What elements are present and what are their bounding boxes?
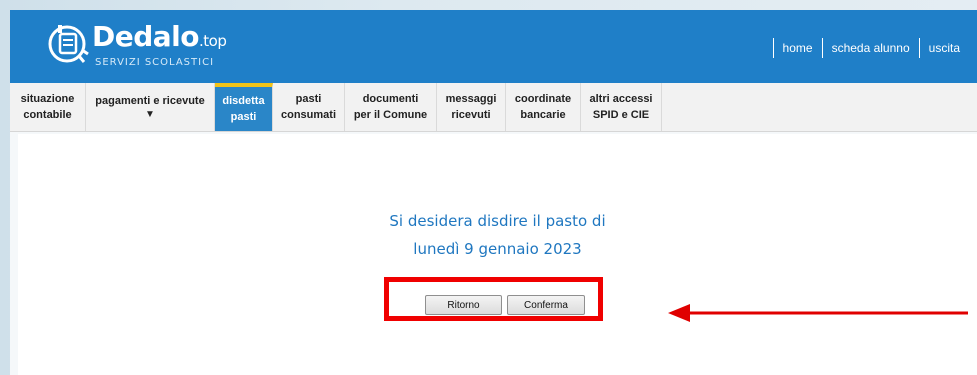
brand-logo[interactable]: Dedalo.top bbox=[92, 20, 227, 53]
ritorno-button[interactable]: Ritorno bbox=[425, 295, 502, 315]
nav-documenti-comune[interactable]: documenti per il Comune bbox=[345, 83, 437, 131]
home-link[interactable]: home bbox=[772, 38, 822, 58]
nav-label-line1: situazione bbox=[20, 93, 75, 105]
nav-label-line2: bancarie bbox=[520, 109, 566, 121]
nav-label-line2: per il Comune bbox=[353, 109, 428, 121]
nav-label-line2: contabile bbox=[23, 109, 72, 121]
header-bar: Dedalo.top SERVIZI SCOLASTICI home sched… bbox=[10, 10, 977, 83]
conferma-button[interactable]: Conferma bbox=[507, 295, 585, 315]
nav-situazione-contabile[interactable]: situazione contabile bbox=[10, 83, 86, 131]
nav-disdetta-pasti[interactable]: disdetta pasti bbox=[215, 83, 273, 131]
content-panel: Si desidera disdire il pasto di lunedì 9… bbox=[18, 134, 977, 375]
red-arrow-icon bbox=[668, 304, 968, 322]
nav-coordinate-bancarie[interactable]: coordinate bancarie bbox=[506, 83, 581, 131]
nav-label-line1: pagamenti e ricevute bbox=[95, 95, 205, 107]
brand-suffix: .top bbox=[199, 32, 227, 50]
nav-label-line1: messaggi bbox=[445, 93, 497, 105]
uscita-link[interactable]: uscita bbox=[918, 38, 969, 58]
nav-pagamenti-ricevute[interactable]: pagamenti e ricevute ▼ bbox=[86, 83, 215, 131]
confirm-question-date: lunedì 9 gennaio 2023 bbox=[413, 240, 582, 258]
nav-label-line1: documenti bbox=[362, 93, 419, 105]
nav-label-line2: ricevuti bbox=[451, 109, 491, 121]
confirm-question-line1: Si desidera disdire il pasto di bbox=[389, 212, 606, 230]
dedalo-logo-icon bbox=[48, 25, 89, 63]
brand-name: Dedalo bbox=[92, 20, 200, 53]
nav-label-line1: pasti bbox=[295, 93, 322, 105]
nav-label-line2: consumati bbox=[280, 109, 336, 121]
nav-label-line2: SPID e CIE bbox=[592, 109, 650, 121]
top-links: home scheda alunno uscita bbox=[772, 38, 969, 58]
scheda-alunno-link[interactable]: scheda alunno bbox=[821, 38, 919, 58]
nav-label-line1: coordinate bbox=[514, 93, 572, 105]
nav-label-line1: disdetta bbox=[222, 95, 265, 107]
nav-label-line1: altri accessi bbox=[589, 93, 653, 105]
nav-messaggi-ricevuti[interactable]: messaggi ricevuti bbox=[437, 83, 506, 131]
caret-down-icon: ▼ bbox=[145, 109, 155, 120]
brand-subtitle: SERVIZI SCOLASTICI bbox=[95, 57, 215, 68]
nav-altri-accessi[interactable]: altri accessi SPID e CIE bbox=[581, 83, 662, 131]
main-nav: situazione contabile pagamenti e ricevut… bbox=[10, 83, 977, 132]
nav-pasti-consumati[interactable]: pasti consumati bbox=[273, 83, 345, 131]
nav-label-line2: pasti bbox=[230, 111, 257, 123]
